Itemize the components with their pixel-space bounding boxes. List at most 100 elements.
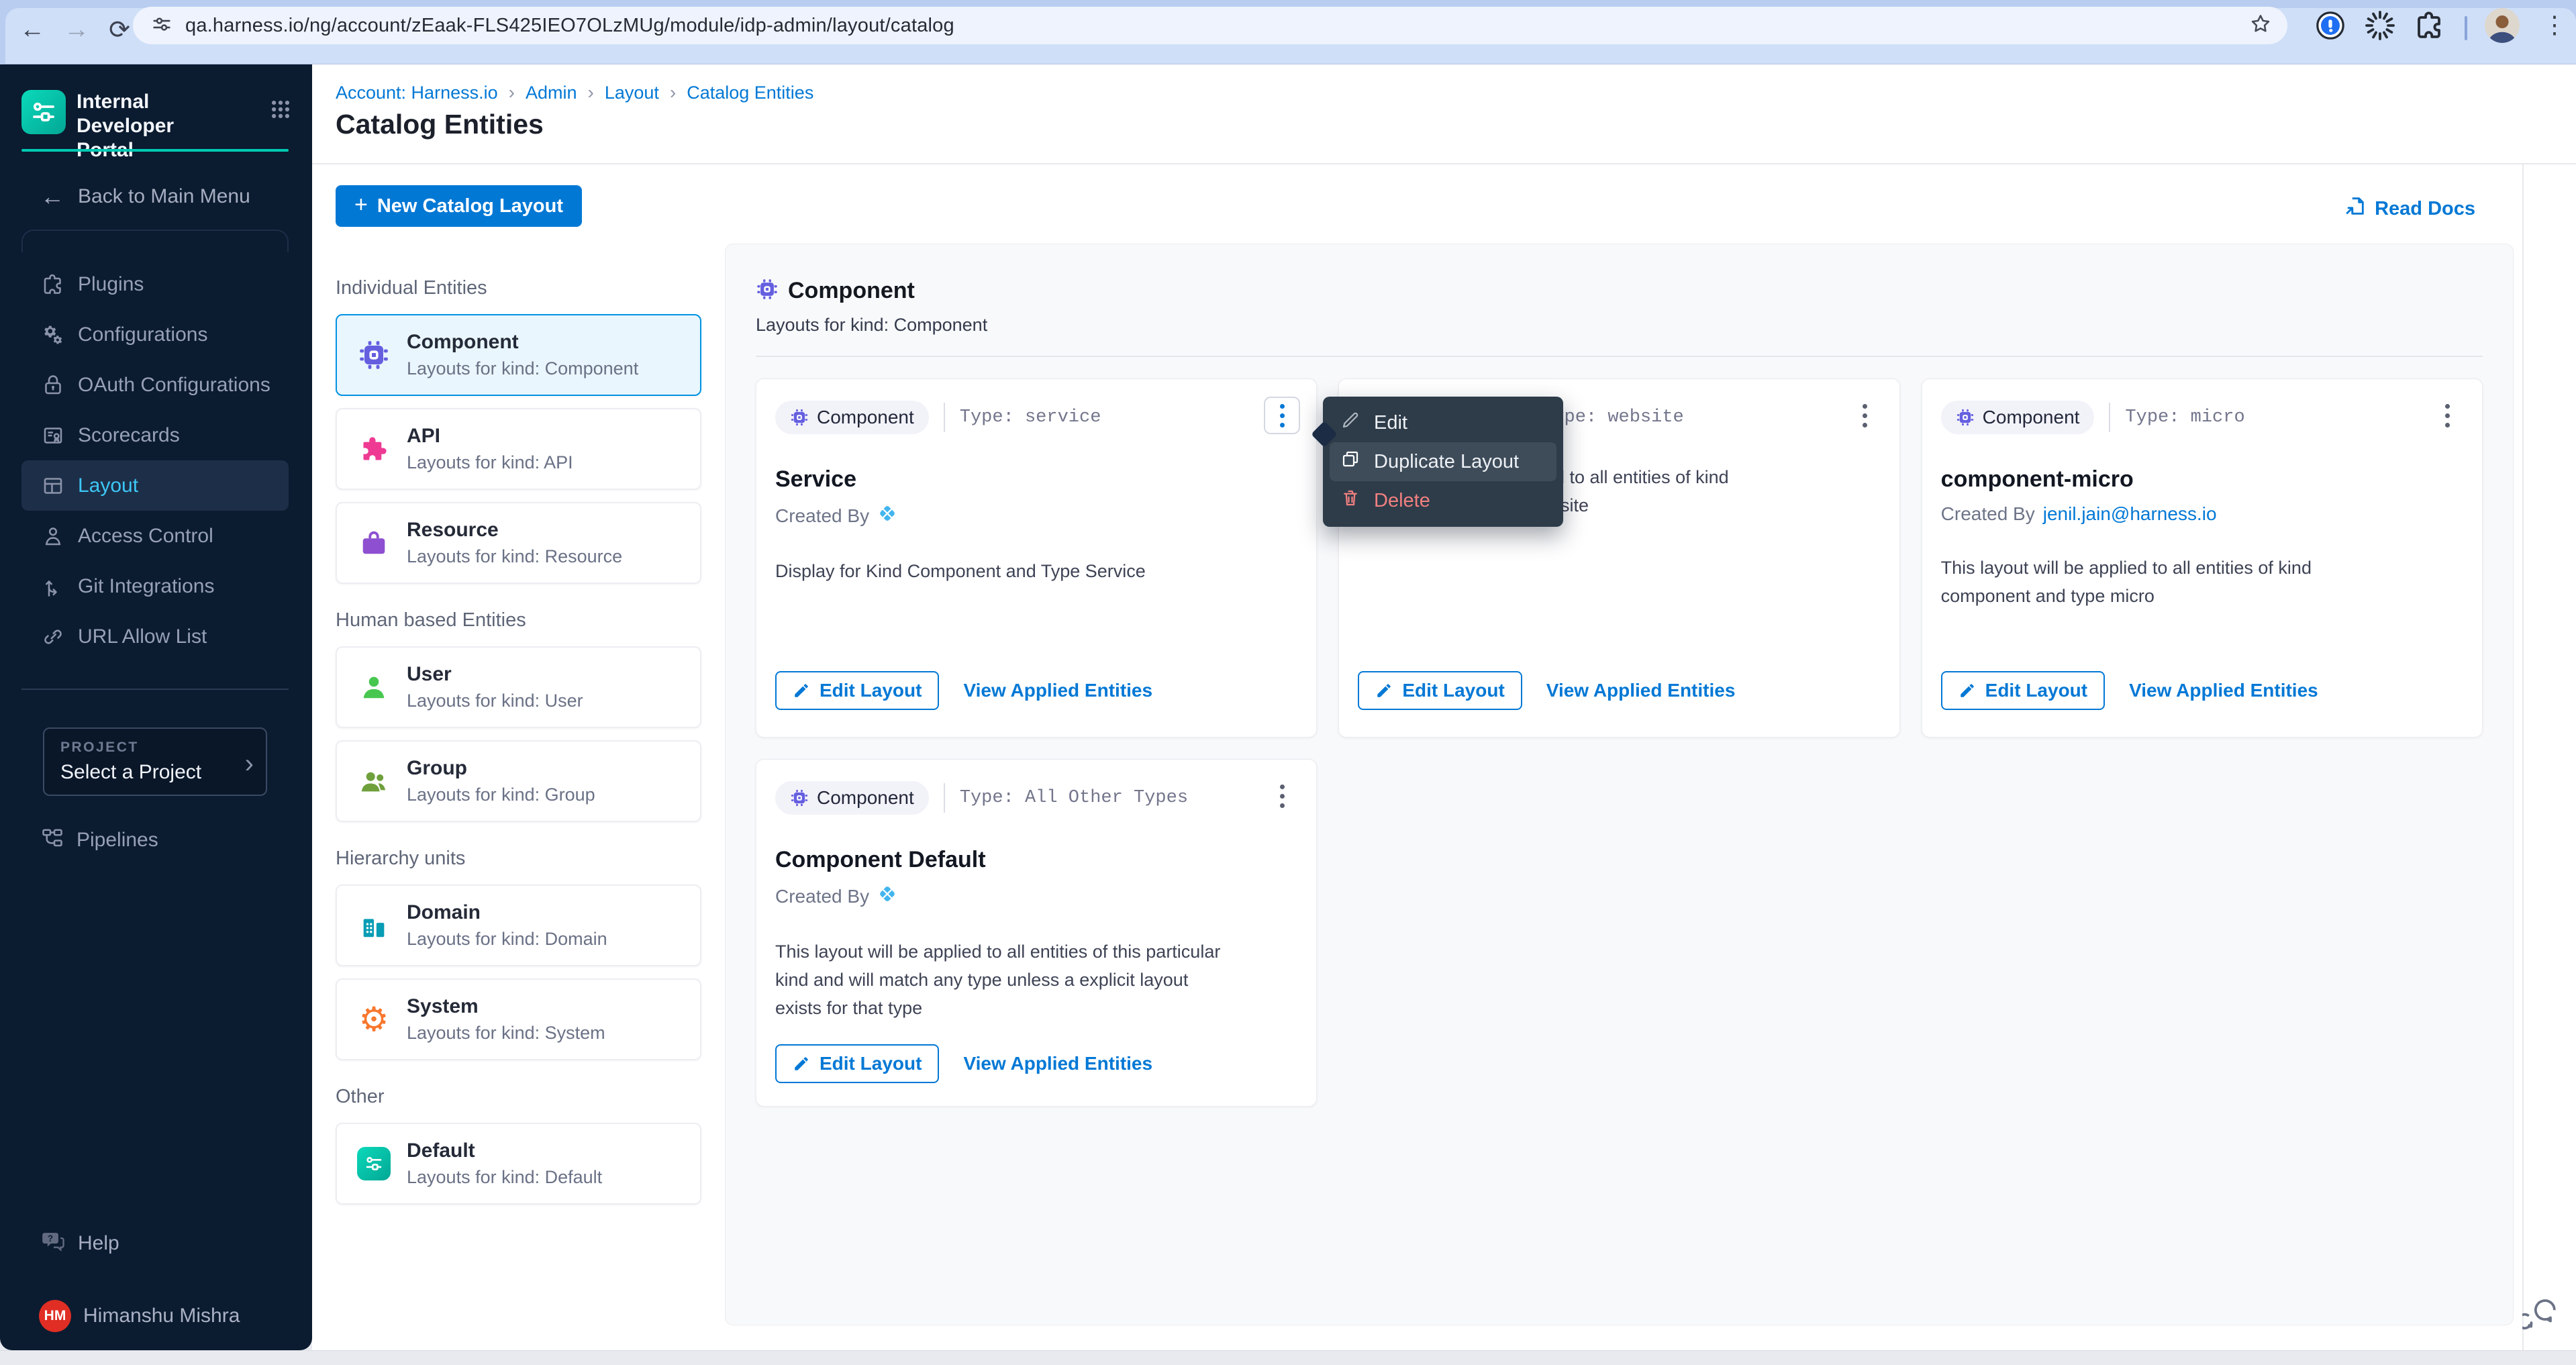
created-by-user-link[interactable]: jenil.jain@harness.io [2043,503,2217,525]
sidebar-item-layout[interactable]: Layout [21,460,289,511]
loading-extension-icon[interactable] [2364,9,2396,42]
breadcrumb-account[interactable]: Account: Harness.io [336,83,498,103]
site-settings-icon[interactable] [150,13,173,39]
sidebar-item-plugins[interactable]: Plugins [0,259,312,309]
entity-item-component[interactable]: Component Layouts for kind: Component [336,314,701,396]
menu-item-edit[interactable]: Edit [1330,403,1556,442]
browser-address-bar[interactable]: qa.harness.io/ng/account/zEaak-FLS425IEO… [133,7,2287,44]
panel-subtitle: Layouts for kind: Component [756,315,2483,336]
breadcrumb-catalog-entities[interactable]: Catalog Entities [687,83,813,103]
entity-subtitle: Layouts for kind: Group [407,785,595,805]
kind-badge: Component [1941,401,2095,434]
panel-header: Component [756,278,2483,304]
panel-divider [756,356,2483,357]
layout-title: component-micro [1941,466,2463,493]
sidebar-item-label: Scorecards [78,424,180,447]
browser-menu-icon[interactable]: ⋮ [2542,11,2567,39]
breadcrumb-layout[interactable]: Layout [605,83,659,103]
entity-name: Group [407,757,595,780]
edit-layout-label: Edit Layout [1985,680,2087,701]
entity-subtitle: Layouts for kind: Default [407,1167,602,1188]
sidebar-item-git-integrations[interactable]: Git Integrations [0,561,312,611]
git-branch-icon [40,574,66,599]
card-menu-button[interactable] [1264,777,1300,815]
entity-subtitle: Layouts for kind: System [407,1023,605,1044]
sidebar-item-pipelines[interactable]: Pipelines [40,815,158,865]
sidebar-item-configurations[interactable]: Configurations [0,309,312,360]
chat-widget-button[interactable] [2522,1295,2560,1333]
card-menu-button[interactable] [1847,397,1883,434]
resource-bag-icon [357,526,391,560]
view-applied-entities-link[interactable]: View Applied Entities [2129,680,2318,701]
layout-card-grid: Component Type: service Service Created … [756,378,2483,1107]
bottom-bar [0,1350,2576,1365]
browser-back-button[interactable]: ← [15,12,50,47]
entity-item-group[interactable]: Group Layouts for kind: Group [336,740,701,822]
entity-item-user[interactable]: User Layouts for kind: User [336,646,701,728]
entity-subtitle: Layouts for kind: Component [407,358,638,379]
entity-item-domain[interactable]: Domain Layouts for kind: Domain [336,884,701,966]
project-value: Select a Project [60,761,250,784]
sidebar-accent-divider [21,149,289,152]
sidebar-item-url-allow-list[interactable]: URL Allow List [0,611,312,662]
duplicate-copy-icon [1340,449,1360,474]
plugins-icon [40,272,66,297]
layout-description: Display for Kind Component and Type Serv… [775,558,1232,586]
back-to-main-menu[interactable]: ← Back to Main Menu [40,180,250,213]
edit-layout-button[interactable]: Edit Layout [775,1044,939,1083]
sidebar-item-scorecards[interactable]: Scorecards [0,410,312,460]
created-by-row: Created By [775,503,1297,528]
main-content: Account: Harness.io › Admin › Layout › C… [312,64,2576,1350]
edit-layout-button[interactable]: Edit Layout [1358,671,1522,710]
browser-reload-button[interactable]: ⟳ [102,12,137,47]
bookmark-star-icon[interactable] [2248,12,2273,40]
view-applied-entities-link[interactable]: View Applied Entities [1546,680,1736,701]
entity-item-system[interactable]: ⚙ System Layouts for kind: System [336,978,701,1060]
person-icon [40,523,66,549]
read-docs-link[interactable]: Read Docs [2344,195,2475,223]
view-applied-entities-link[interactable]: View Applied Entities [963,1053,1152,1074]
layout-card-service: Component Type: service Service Created … [756,378,1317,738]
entity-subtitle: Layouts for kind: Domain [407,929,607,950]
entity-item-resource[interactable]: Resource Layouts for kind: Resource [336,502,701,584]
edit-layout-button[interactable]: Edit Layout [1941,671,2105,710]
browser-profile-avatar[interactable] [2485,8,2520,43]
sidebar-item-label: URL Allow List [78,625,207,648]
new-catalog-layout-button[interactable]: + New Catalog Layout [336,185,582,227]
entity-name: Domain [407,901,607,924]
sidebar-item-access-control[interactable]: Access Control [0,511,312,561]
domain-buildings-icon [357,909,391,942]
entity-item-default[interactable]: Default Layouts for kind: Default [336,1123,701,1205]
read-docs-icon [2344,195,2367,223]
kind-badge-label: Component [817,407,914,428]
system-gear-icon: ⚙ [357,1003,391,1036]
entity-name: API [407,425,573,448]
entity-item-api[interactable]: API Layouts for kind: API [336,408,701,490]
edit-layout-label: Edit Layout [820,680,922,701]
type-text: Type: service [944,403,1101,432]
entity-list: Individual Entities Component Layouts fo… [312,244,725,1350]
read-docs-label: Read Docs [2375,198,2475,220]
breadcrumb-admin[interactable]: Admin [526,83,577,103]
project-selector[interactable]: PROJECT Select a Project › [43,727,267,796]
sidebar-divider [21,689,289,690]
help-button[interactable]: ? Help [40,1225,119,1262]
onepassword-extension-icon[interactable] [2314,9,2346,42]
view-applied-entities-link[interactable]: View Applied Entities [963,680,1152,701]
extensions-puzzle-icon[interactable] [2414,9,2446,42]
card-menu-button[interactable] [1264,397,1300,434]
sidebar-item-label: Pipelines [77,829,158,852]
card-menu-button[interactable] [2430,397,2466,434]
breadcrumb-separator: › [670,82,676,103]
layouts-panel: Component Layouts for kind: Component Co… [725,244,2514,1325]
menu-item-duplicate-layout[interactable]: Duplicate Layout [1330,442,1556,481]
sidebar-item-oauth-configurations[interactable]: OAuth Configurations [0,360,312,410]
component-chip-icon [357,338,391,372]
module-grid-icon[interactable] [269,98,292,124]
menu-item-delete[interactable]: Delete [1330,481,1556,520]
pipelines-icon [40,825,64,855]
browser-forward-button[interactable]: → [59,12,94,47]
user-menu[interactable]: HM Himanshu Mishra [39,1298,240,1334]
sidebar-item-label: Layout [78,474,138,497]
edit-layout-button[interactable]: Edit Layout [775,671,939,710]
